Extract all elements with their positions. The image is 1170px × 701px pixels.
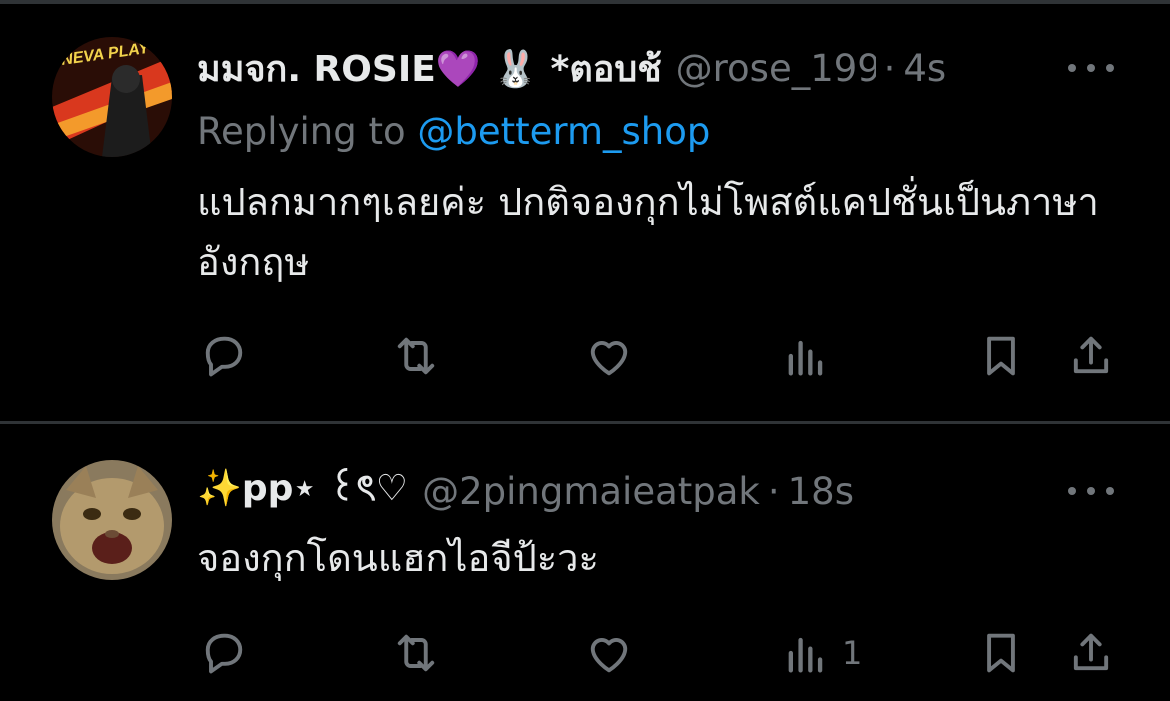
tweet-text: จองกุกโดนแฮกไอจีป้ะวะ — [197, 536, 599, 580]
replying-mention-link[interactable]: @betterm_shop — [417, 110, 710, 153]
like-button[interactable] — [583, 330, 635, 382]
bookmark-button[interactable] — [975, 330, 1027, 382]
retweet-button[interactable] — [390, 627, 442, 679]
reply-icon — [205, 336, 243, 377]
like-icon — [590, 341, 628, 376]
share-button[interactable] — [1065, 330, 1117, 382]
author-handle[interactable]: @2pingmaieatpak — [422, 470, 760, 513]
like-button[interactable] — [583, 627, 635, 679]
avatar-image: NEVA PLAY — [52, 37, 172, 157]
retweet-button[interactable] — [390, 330, 442, 382]
views-button[interactable] — [780, 330, 842, 382]
avatar[interactable] — [52, 460, 172, 580]
replying-to: Replying to @betterm_shop — [197, 110, 710, 153]
tweet-header: ✨pp⋆ ꒰ৎ♡ @2pingmaieatpak · 18s — [197, 461, 854, 521]
like-icon — [590, 638, 628, 673]
views-count: 1 — [842, 634, 863, 672]
author-handle[interactable]: @rose_199 — [676, 47, 876, 90]
bookmark-button[interactable] — [975, 627, 1027, 679]
bookmark-icon — [987, 633, 1015, 673]
share-icon — [1073, 633, 1109, 671]
separator-dot: · — [767, 469, 780, 513]
tweet-header: มมจก. ROSIE💜 🐰 *ตอบช้ @rose_199 · 4s — [197, 38, 946, 98]
retweet-icon — [397, 337, 435, 375]
action-bar — [0, 327, 1170, 387]
retweet-icon — [397, 634, 435, 672]
timestamp[interactable]: 4s — [903, 47, 946, 90]
share-button[interactable] — [1065, 627, 1117, 679]
reply-icon — [205, 633, 243, 674]
tweet-2[interactable]: ✨pp⋆ ꒰ৎ♡ @2pingmaieatpak · 18s จองกุกโดน… — [0, 424, 1170, 701]
replying-label: Replying to — [197, 110, 418, 153]
author-name[interactable]: ✨pp⋆ ꒰ৎ♡ — [197, 461, 408, 521]
more-icon[interactable] — [1068, 484, 1114, 498]
avatar-image — [52, 460, 172, 580]
views-icon — [788, 637, 823, 673]
views-icon — [788, 340, 823, 376]
share-icon — [1073, 336, 1109, 374]
tweet-1[interactable]: NEVA PLAY มมจก. ROSIE💜 🐰 *ตอบช้ @rose_19… — [0, 0, 1170, 421]
author-name[interactable]: มมจก. ROSIE💜 🐰 *ตอบช้ — [197, 40, 662, 97]
more-icon[interactable] — [1068, 61, 1114, 75]
views-button[interactable]: 1 — [780, 627, 862, 679]
bookmark-icon — [987, 336, 1015, 376]
timestamp[interactable]: 18s — [788, 470, 854, 513]
separator-dot: · — [883, 46, 896, 90]
avatar[interactable]: NEVA PLAY — [52, 37, 172, 157]
reply-button[interactable] — [198, 627, 250, 679]
action-bar: 1 — [0, 624, 1170, 684]
tweet-text: แปลกมากๆเลยค่ะ ปกติจองกุกไม่โพสต์แคปชั่น… — [197, 180, 1099, 284]
reply-button[interactable] — [198, 330, 250, 382]
